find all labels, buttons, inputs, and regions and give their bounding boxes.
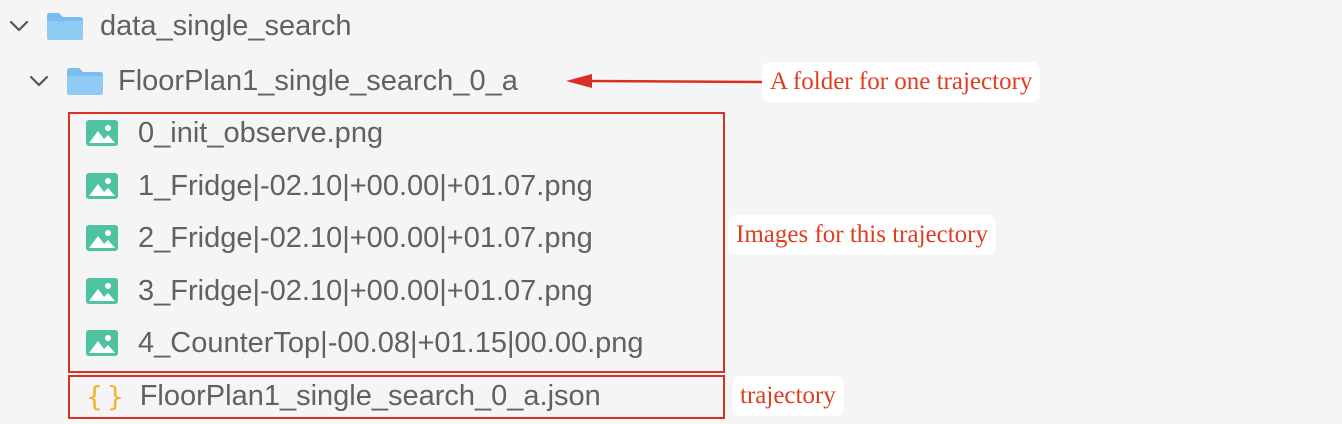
annotation-arrow [566, 74, 763, 88]
file-explorer-annotated: data_single_search FloorPlan1_single_sea… [0, 0, 1342, 424]
images-annotation-note: Images for this trajectory [728, 215, 996, 255]
json-annotation-note: trajectory [732, 376, 844, 416]
folder-annotation-note: A folder for one trajectory [762, 62, 1041, 102]
